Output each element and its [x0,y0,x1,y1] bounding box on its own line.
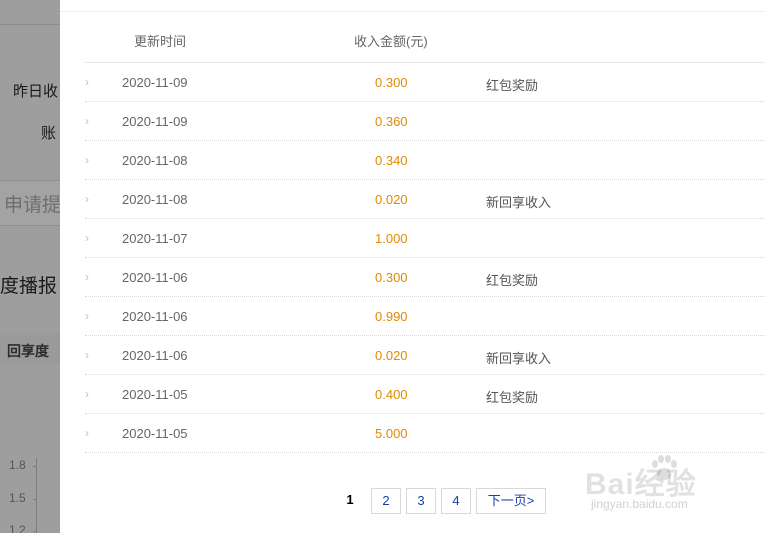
next-page-link[interactable]: 下一页> [476,488,546,514]
row-date: 2020-11-06 [122,309,188,324]
row-amount: 1.000 [375,231,408,246]
table-row[interactable]: › 2020-11-05 5.000 [85,414,765,453]
page-2-link[interactable]: 2 [371,488,401,514]
row-divider [85,452,765,453]
background-withdraw-button: 申请提 [4,195,60,216]
row-amount: 0.300 [375,75,408,90]
row-amount: 0.340 [375,153,408,168]
table-row[interactable]: › 2020-11-08 0.340 [85,141,765,180]
row-date: 2020-11-09 [122,75,188,90]
table-row[interactable]: › 2020-11-06 0.020 新回享收入 [85,336,765,375]
row-note: 红包奖励 [486,78,539,93]
page-1-current[interactable]: 1 [338,488,362,512]
chevron-right-icon[interactable]: › [85,114,95,128]
row-amount: 0.990 [375,309,408,324]
table-row[interactable]: › 2020-11-08 0.020 新回享收入 [85,180,765,219]
chevron-right-icon[interactable]: › [85,426,95,440]
table-row[interactable]: › 2020-11-06 0.990 [85,297,765,336]
chevron-right-icon[interactable]: › [85,153,95,167]
chevron-right-icon[interactable]: › [85,309,95,323]
table-row[interactable]: › 2020-11-09 0.300 红包奖励 [85,63,765,102]
row-note: 新回享收入 [486,195,552,210]
row-note: 新回享收入 [486,351,552,366]
background-column-label: 回享度 [7,343,49,359]
table-row[interactable]: › 2020-11-05 0.400 红包奖励 [85,375,765,414]
background-chart-tick [33,499,37,500]
row-date: 2020-11-06 [122,348,188,363]
chevron-right-icon[interactable]: › [85,231,95,245]
background-chart-ylabel: 1.8 [9,458,26,472]
background-chart-ylabel: 1.5 [9,491,26,505]
row-amount: 0.020 [375,192,408,207]
background-divider [0,24,60,25]
background-chart-ylabel: 1.2 [9,523,26,533]
page-4-link[interactable]: 4 [441,488,471,514]
background-broadcast-heading: 度播报 [0,276,58,297]
chevron-right-icon[interactable]: › [85,348,95,362]
row-date: 2020-11-08 [122,153,188,168]
row-amount: 0.360 [375,114,408,129]
row-amount: 0.300 [375,270,408,285]
row-date: 2020-11-05 [122,426,188,441]
background-label-yesterday-income: 昨日收 [13,83,59,100]
row-amount: 0.020 [375,348,408,363]
row-date: 2020-11-09 [122,114,188,129]
row-date: 2020-11-06 [122,270,188,285]
table-row[interactable]: › 2020-11-07 1.000 [85,219,765,258]
background-label-account: 账 [41,125,57,142]
column-header-update-time: 更新时间 [134,34,187,49]
row-date: 2020-11-07 [122,231,188,246]
row-amount: 5.000 [375,426,408,441]
panel-top-strip [60,0,765,12]
background-chart-tick [33,531,37,532]
chevron-right-icon[interactable]: › [85,192,95,206]
page-3-link[interactable]: 3 [406,488,436,514]
background-page: 昨日收 账 申请提 度播报 回享度 1.8 1.5 1.2 [0,0,60,533]
row-note: 红包奖励 [486,390,539,405]
table-row[interactable]: › 2020-11-09 0.360 [85,102,765,141]
row-date: 2020-11-08 [122,192,188,207]
chevron-right-icon[interactable]: › [85,387,95,401]
row-date: 2020-11-05 [122,387,188,402]
chevron-right-icon[interactable]: › [85,75,95,89]
background-chart-axis [36,458,37,533]
column-header-income-amount: 收入金额(元) [354,34,428,49]
table-row[interactable]: › 2020-11-06 0.300 红包奖励 [85,258,765,297]
row-note: 红包奖励 [486,273,539,288]
background-chart-tick [33,466,37,467]
chevron-right-icon[interactable]: › [85,270,95,284]
income-detail-panel: 更新时间 收入金额(元) › 2020-11-09 0.300 红包奖励 › 2… [60,0,765,533]
row-amount: 0.400 [375,387,408,402]
